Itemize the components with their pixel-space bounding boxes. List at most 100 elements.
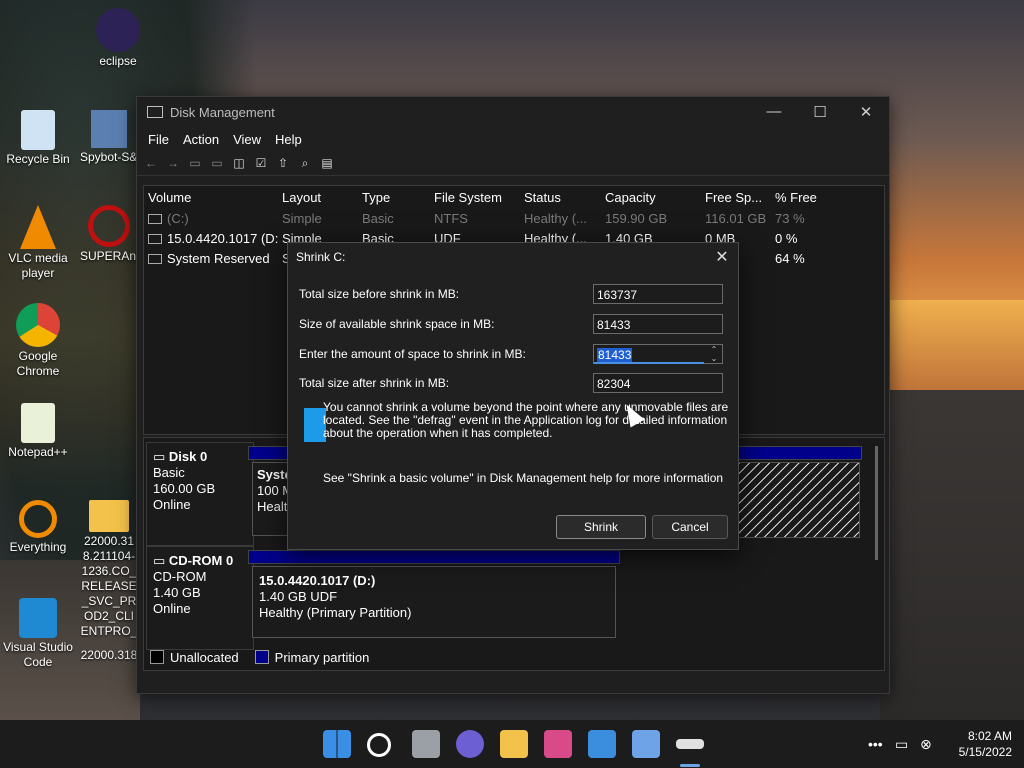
legend-swatch-unallocated (150, 650, 164, 664)
spin-buttons[interactable]: ⌃ ⌄ (707, 345, 721, 363)
recycle-bin-icon (21, 110, 55, 150)
disk-management-taskbar-icon[interactable] (676, 739, 704, 749)
desktop-icon-everything[interactable]: Everything (0, 500, 76, 555)
overflow-icon[interactable]: ••• (868, 736, 883, 752)
volume-icon (148, 254, 162, 265)
chrome-icon (16, 303, 60, 347)
magnifier-icon (19, 500, 57, 538)
desktop-icon-iso[interactable]: 22000.318.211104-1236.CO_RELEASE_SVC_PRO… (80, 500, 138, 640)
col-layout[interactable]: Layout (278, 190, 358, 205)
cdrom-0-info[interactable]: ▭ CD-ROM 0 CD-ROM 1.40 GB Online (146, 546, 254, 650)
media-player-icon[interactable] (544, 730, 572, 758)
menu-help[interactable]: Help (268, 132, 309, 147)
desktop-icon-eclipse[interactable]: eclipse (80, 8, 156, 69)
minimize-button[interactable]: — (751, 103, 797, 121)
maximize-button[interactable]: ☐ (797, 103, 843, 121)
menu-file[interactable]: File (141, 132, 176, 147)
close-button[interactable]: ✕ (843, 103, 889, 121)
active-app-indicator (680, 764, 700, 767)
total-size-before-field: 163737 (593, 284, 723, 304)
col-capacity[interactable]: Capacity (601, 190, 701, 205)
desktop-icon-chrome[interactable]: Google Chrome (0, 303, 76, 379)
title-bar[interactable]: Disk Management — ☐ ✕ (137, 97, 889, 127)
col-type[interactable]: Type (358, 190, 430, 205)
disk-management-icon (147, 106, 163, 118)
spin-up-icon[interactable]: ⌃ (711, 345, 718, 354)
menu-view[interactable]: View (226, 132, 268, 147)
file-explorer-icon[interactable] (500, 730, 528, 758)
desktop-icon-vlc[interactable]: VLC media player (0, 205, 76, 281)
show-hide-console-icon[interactable]: ▭ (187, 156, 203, 170)
notepadpp-icon (21, 403, 55, 443)
network-icon[interactable]: ▭ (895, 736, 908, 753)
desktop-icon-vscode[interactable]: Visual Studio Code (0, 598, 76, 670)
focus-underline (594, 362, 704, 364)
forward-arrow-icon[interactable]: → (165, 156, 181, 170)
volume-muted-icon[interactable]: ⊗ (920, 736, 932, 753)
help-text: See "Shrink a basic volume" in Disk Mana… (323, 471, 724, 485)
col-volume[interactable]: Volume (144, 190, 278, 205)
available-shrink-field: 81433 (593, 314, 723, 334)
volume-list-header: Volume Layout Type File System Status Ca… (144, 186, 884, 208)
search-icon[interactable]: ⌕ (297, 156, 313, 170)
cd-drive-icon (148, 234, 162, 245)
dialog-title: Shrink C: (296, 250, 346, 264)
eclipse-icon (96, 8, 140, 52)
total-size-after-row: Total size after shrink in MB: 82304 (299, 372, 729, 394)
volume-icon (148, 214, 162, 225)
total-size-before-row: Total size before shrink in MB: 163737 (299, 283, 729, 305)
virtualbox-icon[interactable] (632, 730, 660, 758)
shrink-button[interactable]: Shrink (556, 515, 646, 539)
toolbar: ← → ▭ ▭ ◫ ☑ ⇧ ⌕ ▤ (137, 151, 889, 176)
clock[interactable]: 8:02 AM 5/15/2022 (959, 728, 1012, 760)
connect-icon[interactable]: ◫ (231, 156, 247, 170)
desktop-icon-recycle-bin[interactable]: Recycle Bin (0, 110, 76, 167)
export-icon[interactable]: ⇧ (275, 156, 291, 170)
desktop-icon-iso-2[interactable]: 22000.318 (80, 648, 138, 663)
spybot-icon (91, 110, 127, 148)
disk-0-info[interactable]: ▭ Disk 0 Basic 160.00 GB Online (146, 442, 254, 546)
help-icon[interactable]: ▤ (319, 156, 335, 170)
col-percent-free[interactable]: % Free (771, 190, 825, 205)
available-shrink-row: Size of available shrink space in MB: 81… (299, 313, 729, 335)
clock-time: 8:02 AM (967, 729, 1012, 743)
total-size-after-field: 82304 (593, 373, 723, 393)
vertical-scrollbar[interactable] (875, 446, 878, 560)
shrink-dialog: Shrink C: ✕ Total size before shrink in … (287, 242, 739, 550)
shrink-amount-row: Enter the amount of space to shrink in M… (299, 343, 729, 365)
properties-icon[interactable]: ☑ (253, 156, 269, 170)
menu-action[interactable]: Action (176, 132, 226, 147)
start-icon[interactable] (323, 730, 351, 758)
store-icon[interactable] (588, 730, 616, 758)
desktop-icon-notepadpp[interactable]: Notepad++ (0, 403, 76, 460)
folder-icon (89, 500, 129, 532)
back-arrow-icon[interactable]: ← (143, 156, 159, 170)
shrink-amount-input[interactable]: 81433 ⌃ ⌄ (593, 344, 723, 364)
cdrom-partition[interactable]: 15.0.4420.1017 (D:) 1.40 GB UDF Healthy … (252, 566, 616, 638)
col-file-system[interactable]: File System (430, 190, 520, 205)
col-free-space[interactable]: Free Sp... (701, 190, 771, 205)
shrink-dialog-titlebar[interactable]: Shrink C: ✕ (288, 243, 738, 271)
desktop-icon-superantispyware[interactable]: SUPERAntiSpyware Free Edition (80, 205, 138, 264)
clock-date: 5/15/2022 (958, 745, 1012, 759)
task-view-icon[interactable] (412, 730, 440, 758)
selected-partition-hatch[interactable] (738, 462, 860, 538)
vscode-icon (19, 598, 57, 638)
desktop-icon-spybot[interactable]: Spybot-S&D Start Center (80, 110, 138, 165)
cdrom-partition-bar (248, 550, 620, 564)
legend: Unallocated Primary partition (150, 648, 880, 666)
up-level-icon[interactable]: ▭ (209, 156, 225, 170)
desktop-rocks (880, 390, 1024, 720)
close-icon[interactable]: ✕ (706, 247, 738, 267)
window-title: Disk Management (170, 104, 275, 120)
cd-drive-icon: ▭ (153, 553, 169, 568)
search-icon[interactable] (367, 733, 391, 757)
spin-down-icon[interactable]: ⌄ (711, 354, 718, 363)
chat-icon[interactable] (456, 730, 484, 758)
cancel-button[interactable]: Cancel (652, 515, 728, 539)
taskbar: ••• ▭ ⊗ 8:02 AM 5/15/2022 (0, 720, 1024, 768)
col-status[interactable]: Status (520, 190, 601, 205)
legend-swatch-primary (254, 650, 269, 664)
disk-icon: ▭ (153, 449, 169, 464)
table-row[interactable]: (C:) Simple Basic NTFS Healthy (... 159.… (144, 208, 884, 228)
